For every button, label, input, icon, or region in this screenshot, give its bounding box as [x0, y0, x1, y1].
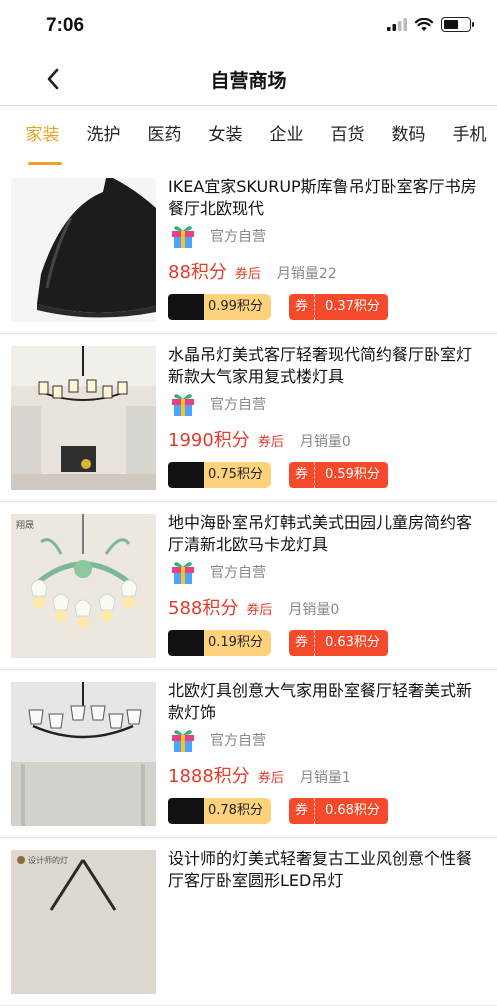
- badge-row: 0.99积分 券 0.37积分: [168, 294, 388, 320]
- badge-dark-tag: [168, 798, 204, 824]
- product-name: IKEA宜家SKURUP斯库鲁吊灯卧室客厅书房餐厅北欧现代: [168, 177, 477, 218]
- product-item[interactable]: 翔晟 地中海卧室吊灯韩式美式田园儿童房简约客厅清新北欧马卡龙灯具 官方自营 58…: [0, 502, 497, 670]
- gift-shop-icon: [172, 562, 194, 584]
- coupon-value: 0.68积分: [324, 803, 380, 818]
- points-badge: 0.19积分: [168, 630, 271, 656]
- badge-row: 0.75积分 券 0.59积分: [168, 462, 388, 488]
- coupon-badge[interactable]: 券 0.63积分: [288, 630, 388, 656]
- shop-info: 官方自营: [168, 558, 266, 586]
- battery-icon: [441, 17, 474, 32]
- back-button[interactable]: [40, 66, 66, 92]
- product-image[interactable]: [11, 346, 156, 490]
- monthly-sales: 月销量1: [299, 770, 351, 786]
- coupon-label: 券: [289, 462, 315, 488]
- after-coupon-label: 券后: [257, 435, 284, 450]
- shop-name: 官方自营: [210, 733, 266, 749]
- signal-icon: [387, 18, 407, 31]
- product-name: 水晶吊灯美式客厅轻奢现代简约餐厅卧室灯新款大气家用复式楼灯具: [168, 345, 473, 386]
- product-item[interactable]: 设计师的灯 设计师的灯美式轻奢复古工业风创意个性餐厅客厅卧室圆形LED吊灯: [0, 838, 497, 1006]
- status-bar: 7:06: [0, 0, 497, 52]
- gift-shop-icon: [172, 226, 194, 248]
- product-image[interactable]: 翔晟: [11, 514, 156, 658]
- tab-medicine[interactable]: 医药: [134, 107, 195, 165]
- tab-phones[interactable]: 手机: [439, 107, 497, 165]
- coupon-value: 0.63积分: [324, 635, 380, 650]
- tab-personal-care[interactable]: 洗护: [73, 107, 134, 165]
- tab-home-decor[interactable]: 家装: [12, 107, 73, 165]
- badge-dark-tag: [168, 630, 204, 656]
- product-list: IKEA宜家SKURUP斯库鲁吊灯卧室客厅书房餐厅北欧现代 官方自营 88积分 …: [0, 166, 497, 1006]
- points-badge: 0.99积分: [168, 294, 271, 320]
- coupon-label: 券: [289, 798, 315, 824]
- tab-digital[interactable]: 数码: [378, 107, 439, 165]
- price-row: 1990积分 券后 月销量0: [168, 426, 351, 452]
- tab-enterprise[interactable]: 企业: [256, 107, 317, 165]
- coupon-badge[interactable]: 券 0.37积分: [288, 294, 388, 320]
- image-watermark-text: 翔晟: [16, 519, 34, 531]
- product-name: 设计师的灯美式轻奢复古工业风创意个性餐厅客厅卧室圆形LED吊灯: [168, 849, 473, 890]
- tab-womens-wear[interactable]: 女装: [195, 107, 256, 165]
- product-image[interactable]: 设计师的灯: [11, 850, 156, 994]
- coupon-badge[interactable]: 券 0.59积分: [288, 462, 388, 488]
- product-item[interactable]: 水晶吊灯美式客厅轻奢现代简约餐厅卧室灯新款大气家用复式楼灯具 官方自营 1990…: [0, 334, 497, 502]
- badge-dark-tag: [168, 294, 204, 320]
- badge-row: 0.19积分 券 0.63积分: [168, 630, 388, 656]
- points-badge-value: 0.75积分: [198, 462, 271, 488]
- shop-name: 官方自营: [210, 565, 266, 581]
- price: 1888积分: [168, 766, 250, 787]
- after-coupon-label: 券后: [257, 771, 284, 786]
- tab-general-goods[interactable]: 百货: [317, 107, 378, 165]
- image-watermark-text: 设计师的灯: [28, 855, 68, 865]
- shop-info: 官方自营: [168, 222, 266, 250]
- coupon-value: 0.59积分: [324, 467, 380, 482]
- monthly-sales: 月销量0: [288, 602, 340, 618]
- shop-info: 官方自营: [168, 726, 266, 754]
- shop-info: 官方自营: [168, 390, 266, 418]
- product-name: 北欧灯具创意大气家用卧室餐厅轻奢美式新款灯饰: [168, 681, 473, 722]
- points-badge: 0.75积分: [168, 462, 271, 488]
- points-badge-value: 0.99积分: [198, 294, 271, 320]
- status-icons: [387, 17, 474, 32]
- badge-row: 0.78积分 券 0.68积分: [168, 798, 388, 824]
- shop-name: 官方自营: [210, 397, 266, 413]
- page-title: 自营商场: [210, 70, 287, 92]
- product-item[interactable]: 北欧灯具创意大气家用卧室餐厅轻奢美式新款灯饰 官方自营 1888积分 券后 月销…: [0, 670, 497, 838]
- chevron-left-icon: [47, 68, 59, 90]
- coupon-value: 0.37积分: [324, 299, 380, 314]
- coupon-badge[interactable]: 券 0.68积分: [288, 798, 388, 824]
- points-badge-value: 0.19积分: [198, 630, 271, 656]
- after-coupon-label: 券后: [234, 267, 261, 282]
- coupon-label: 券: [289, 294, 315, 320]
- price: 588积分: [168, 598, 239, 619]
- monthly-sales: 月销量22: [276, 266, 337, 282]
- wifi-icon: [415, 17, 433, 31]
- after-coupon-label: 券后: [246, 603, 273, 618]
- status-time: 7:06: [46, 15, 85, 36]
- points-badge: 0.78积分: [168, 798, 271, 824]
- product-image[interactable]: [11, 178, 156, 322]
- coupon-label: 券: [289, 630, 315, 656]
- price-row: 88积分 券后 月销量22: [168, 258, 337, 284]
- monthly-sales: 月销量0: [299, 434, 351, 450]
- price-row: 1888积分 券后 月销量1: [168, 762, 351, 788]
- nav-bar: 自营商场: [0, 52, 497, 106]
- price: 1990积分: [168, 430, 250, 451]
- price: 88积分: [168, 262, 227, 283]
- category-tabs: 家装 洗护 医药 女装 企业 百货 数码 手机: [0, 107, 497, 165]
- points-badge-value: 0.78积分: [198, 798, 271, 824]
- gift-shop-icon: [172, 394, 194, 416]
- badge-dark-tag: [168, 462, 204, 488]
- product-name: 地中海卧室吊灯韩式美式田园儿童房简约客厅清新北欧马卡龙灯具: [168, 513, 473, 554]
- price-row: 588积分 券后 月销量0: [168, 594, 339, 620]
- product-item[interactable]: IKEA宜家SKURUP斯库鲁吊灯卧室客厅书房餐厅北欧现代 官方自营 88积分 …: [0, 166, 497, 334]
- gift-shop-icon: [172, 730, 194, 752]
- product-image[interactable]: [11, 682, 156, 826]
- shop-name: 官方自营: [210, 229, 266, 245]
